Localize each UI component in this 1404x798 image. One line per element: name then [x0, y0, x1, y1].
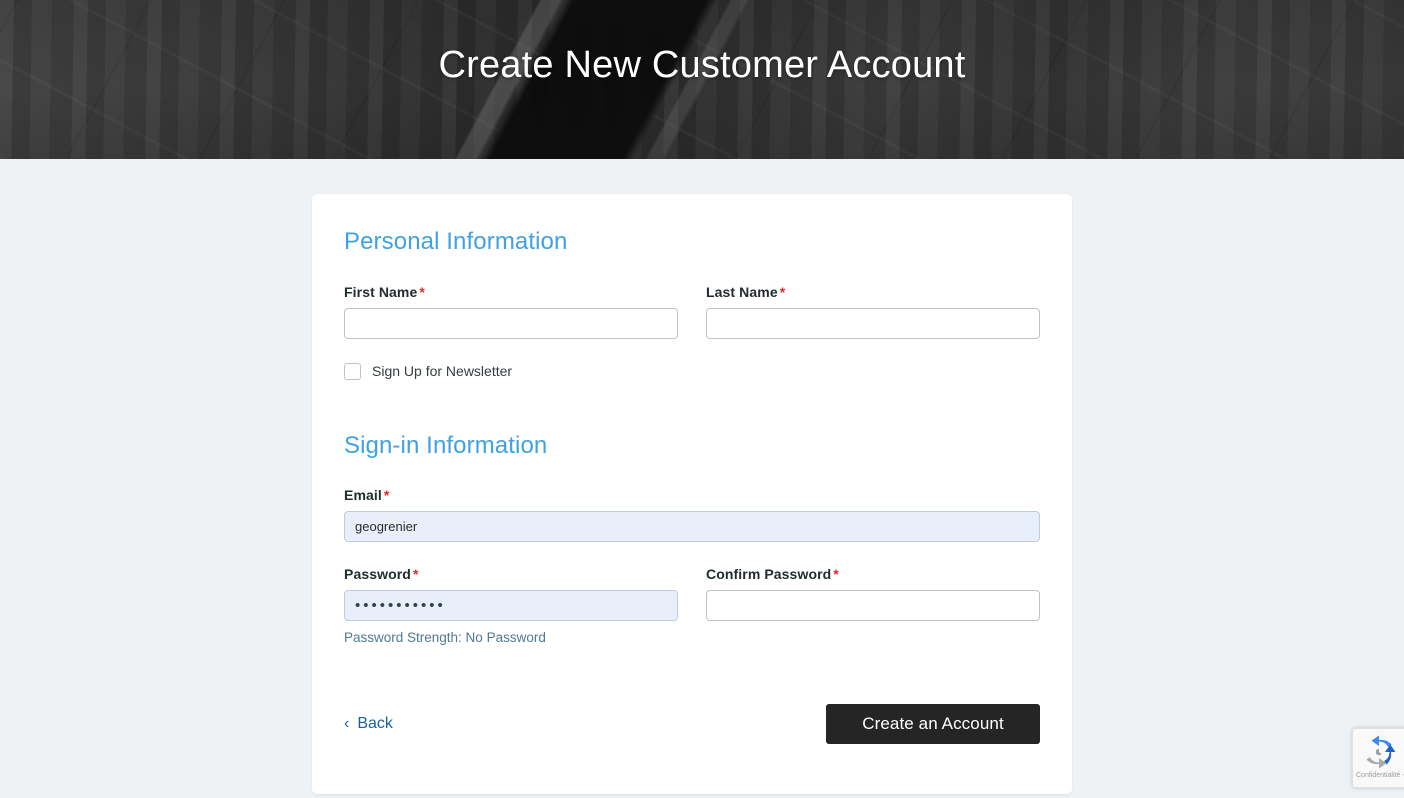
email-input[interactable] [344, 510, 1040, 542]
signin-information-section: Sign-in Information Email* Password* Pas… [344, 432, 1040, 645]
page-hero-banner: Create New Customer Account [0, 0, 1404, 159]
email-label-text: Email [344, 486, 382, 503]
page-title: Create New Customer Account [438, 44, 966, 87]
confirm-password-required-marker: * [833, 565, 839, 582]
password-fields-row: Password* Password Strength: No Password… [344, 566, 1040, 645]
password-label-text: Password [344, 565, 411, 582]
confirm-password-group: Confirm Password * [706, 566, 1040, 645]
password-input[interactable] [344, 589, 678, 621]
confirm-password-label: Confirm Password * [706, 566, 1040, 582]
card-content: Personal Information First Name * Last Na… [312, 194, 1072, 794]
back-link-label: Back [357, 715, 393, 732]
password-group: Password* Password Strength: No Password [344, 566, 678, 645]
email-required-marker: * [383, 486, 390, 503]
password-strength-text: Password Strength: No Password [344, 629, 546, 645]
password-label: Password * [344, 566, 678, 582]
last-name-label-text: Last Name [706, 283, 778, 300]
name-fields-row: First Name * Last Name * [344, 284, 1040, 339]
create-account-card: Personal Information First Name * Last Na… [312, 194, 1072, 794]
password-required-marker: * [412, 565, 419, 582]
last-name-group: Last Name * [706, 284, 1040, 339]
signin-information-legend: Sign-in Information [344, 431, 548, 459]
first-name-label-text: First Name [344, 283, 418, 300]
first-name-label: First Name * [344, 284, 678, 300]
personal-information-legend: Personal Information [344, 228, 568, 255]
confirm-password-input[interactable] [706, 589, 1040, 621]
form-actions: ‹ Back Create an Account [344, 704, 1040, 744]
email-group: Email * [344, 487, 1040, 542]
email-label: Email * [344, 487, 1040, 503]
newsletter-checkbox[interactable] [344, 362, 361, 380]
last-name-required-marker: * [779, 283, 786, 300]
back-link[interactable]: ‹ Back [344, 715, 393, 733]
recaptcha-icon [1366, 735, 1396, 769]
newsletter-checkbox-label: Sign Up for Newsletter [372, 363, 513, 380]
first-name-required-marker: * [419, 283, 425, 300]
recaptcha-legal-text: Confidentialité - Cond [1356, 772, 1404, 779]
create-account-button[interactable]: Create an Account [826, 704, 1040, 744]
first-name-input[interactable] [344, 307, 678, 339]
first-name-group: First Name * [344, 284, 678, 339]
newsletter-checkbox-row[interactable]: Sign Up for Newsletter [344, 362, 1040, 380]
recaptcha-badge[interactable]: Confidentialité - Cond [1352, 728, 1404, 788]
chevron-left-icon: ‹ [344, 715, 350, 732]
last-name-input[interactable] [706, 307, 1040, 339]
last-name-label: Last Name * [706, 284, 1040, 300]
confirm-password-label-text: Confirm Password [706, 565, 832, 582]
